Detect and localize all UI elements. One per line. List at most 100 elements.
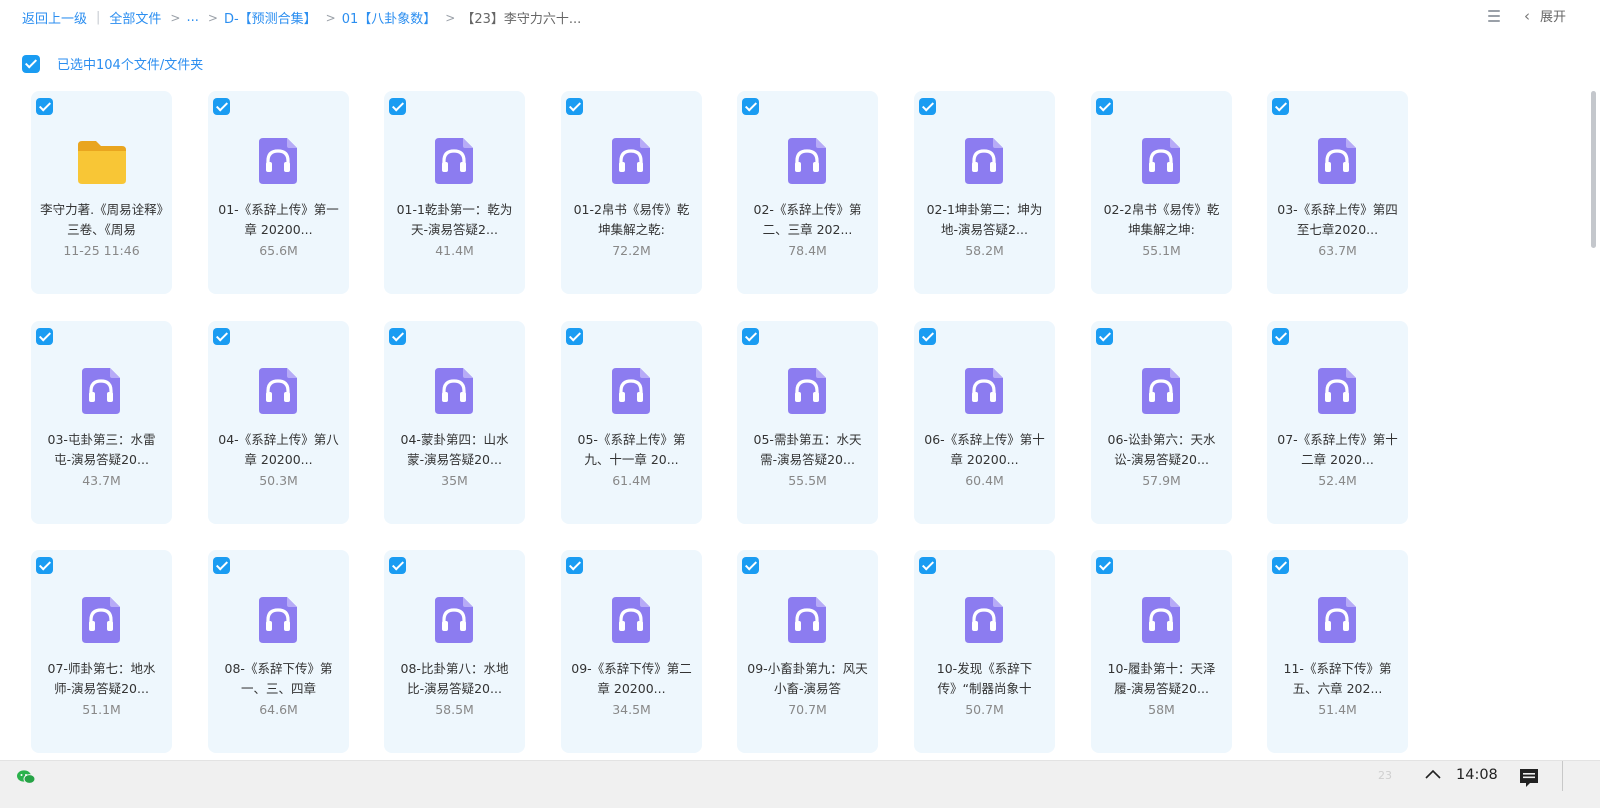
file-checkbox[interactable] (1096, 98, 1113, 115)
audio-file-card[interactable]: 02-1坤卦第二：坤为地-演易答疑2... 58.2M (914, 91, 1055, 294)
audio-file-card[interactable]: 03-屯卦第三：水雷屯-演易答疑20... 43.7M (31, 321, 172, 524)
audio-file-card[interactable]: 02-2帛书《易传》乾坤集解之坤: 55.1M (1091, 91, 1232, 294)
audio-file-icon (782, 595, 834, 645)
audio-file-icon (1136, 366, 1188, 416)
audio-file-card[interactable]: 07-师卦第七：地水师-演易答疑20... 51.1M (31, 550, 172, 753)
file-date: 11-25 11:46 (63, 243, 140, 258)
file-name: 07-《系辞上传》第十二章 2020... (1277, 432, 1398, 467)
toolbar-right: ‹ 展开 (1486, 6, 1566, 25)
audio-file-card[interactable]: 06-讼卦第六：天水讼-演易答疑20... 57.9M (1091, 321, 1232, 524)
audio-file-icon (782, 366, 834, 416)
file-name: 06-讼卦第六：天水讼-演易答疑20... (1107, 432, 1216, 467)
taskbar-clock[interactable]: 14:08 (1456, 767, 1498, 783)
file-checkbox[interactable] (1096, 557, 1113, 574)
audio-file-card[interactable]: 01-1乾卦第一：乾为天-演易答疑2... 41.4M (384, 91, 525, 294)
audio-file-card[interactable]: 10-履卦第十：天泽履-演易答疑20... 58M (1091, 550, 1232, 753)
file-size: 55.5M (788, 473, 827, 488)
file-checkbox[interactable] (1272, 98, 1289, 115)
audio-file-card[interactable]: 04-蒙卦第四：山水蒙-演易答疑20... 35M (384, 321, 525, 524)
file-checkbox[interactable] (742, 328, 759, 345)
file-checkbox[interactable] (919, 557, 936, 574)
file-name: 02-1坤卦第二：坤为地-演易答疑2... (926, 202, 1043, 237)
audio-file-card[interactable]: 05-《系辞上传》第九、十一章 20... 61.4M (561, 321, 702, 524)
breadcrumb: 返回上一级 | 全部文件 > ... > D-【预测合集】 > 01【八卦象数】… (22, 8, 581, 27)
file-checkbox[interactable] (36, 328, 53, 345)
audio-file-card[interactable]: 08-《系辞下传》第一、三、四章 64.6M (208, 550, 349, 753)
file-checkbox[interactable] (213, 98, 230, 115)
file-checkbox[interactable] (919, 328, 936, 345)
expand-label: 展开 (1539, 10, 1566, 25)
audio-file-card[interactable]: 03-《系辞上传》第四至七章2020... 63.7M (1267, 91, 1408, 294)
audio-file-icon (253, 595, 305, 645)
file-name: 04-蒙卦第四：山水蒙-演易答疑20... (400, 432, 509, 467)
audio-file-icon (606, 366, 658, 416)
audio-file-card[interactable]: 11-《系辞下传》第五、六章 202... 51.4M (1267, 550, 1408, 753)
audio-file-icon (782, 136, 834, 186)
breadcrumb-separator-icon: > (207, 10, 218, 25)
audio-file-icon (429, 136, 481, 186)
tray-language[interactable]: 23 (1378, 769, 1392, 782)
chevron-up-icon[interactable] (1424, 767, 1442, 781)
file-checkbox[interactable] (566, 557, 583, 574)
back-link[interactable]: 返回上一级 (22, 8, 87, 27)
file-checkbox[interactable] (919, 98, 936, 115)
audio-file-card[interactable]: 05-需卦第五：水天需-演易答疑20... 55.5M (737, 321, 878, 524)
file-checkbox[interactable] (1272, 557, 1289, 574)
file-checkbox[interactable] (389, 98, 406, 115)
file-name: 10-履卦第十：天泽履-演易答疑20... (1107, 661, 1216, 696)
file-checkbox[interactable] (389, 328, 406, 345)
audio-file-card[interactable]: 04-《系辞上传》第八章 20200... 50.3M (208, 321, 349, 524)
breadcrumb-all-files[interactable]: 全部文件 (109, 8, 161, 27)
file-checkbox[interactable] (213, 328, 230, 345)
file-checkbox[interactable] (742, 98, 759, 115)
file-name: 04-《系辞上传》第八章 20200... (218, 432, 339, 467)
file-checkbox[interactable] (566, 328, 583, 345)
file-checkbox[interactable] (1272, 328, 1289, 345)
audio-file-card[interactable]: 01-2帛书《易传》乾坤集解之乾: 72.2M (561, 91, 702, 294)
breadcrumb-level-1[interactable]: D-【预测合集】 (224, 8, 317, 27)
file-checkbox[interactable] (566, 98, 583, 115)
wechat-icon[interactable] (16, 769, 36, 785)
file-size: 52.4M (1318, 473, 1357, 488)
audio-file-card[interactable]: 08-比卦第八：水地比-演易答疑20... 58.5M (384, 550, 525, 753)
audio-file-card[interactable]: 01-《系辞上传》第一章 20200... 65.6M (208, 91, 349, 294)
file-size: 70.7M (788, 702, 827, 717)
file-checkbox[interactable] (389, 557, 406, 574)
breadcrumb-level-2[interactable]: 01【八卦象数】 (342, 8, 437, 27)
file-checkbox[interactable] (213, 557, 230, 574)
breadcrumb-divider: | (96, 10, 101, 25)
audio-file-card[interactable]: 06-《系辞上传》第十章 20200... 60.4M (914, 321, 1055, 524)
file-name: 01-2帛书《易传》乾坤集解之乾: (573, 202, 690, 237)
breadcrumb-ellipsis[interactable]: ... (186, 10, 198, 25)
expand-button[interactable]: ‹ 展开 (1524, 6, 1566, 26)
list-view-icon[interactable] (1486, 8, 1502, 24)
file-checkbox[interactable] (742, 557, 759, 574)
audio-file-card[interactable]: 02-《系辞上传》第二、三章 202... 78.4M (737, 91, 878, 294)
breadcrumb-current: 【23】李守力六十... (461, 12, 582, 27)
file-checkbox[interactable] (36, 98, 53, 115)
file-size: 57.9M (1142, 473, 1181, 488)
audio-file-card[interactable]: 09-小畜卦第九：风天小畜-演易答 70.7M (737, 550, 878, 753)
file-checkbox[interactable] (36, 557, 53, 574)
file-checkbox[interactable] (1096, 328, 1113, 345)
breadcrumb-separator-icon: > (325, 10, 336, 25)
vertical-scrollbar[interactable] (1591, 91, 1596, 248)
top-bar: 返回上一级 | 全部文件 > ... > D-【预测合集】 > 01【八卦象数】… (0, 0, 1600, 34)
audio-file-icon (76, 595, 128, 645)
file-size: 43.7M (82, 473, 121, 488)
audio-file-card[interactable]: 10-发现《系辞下传》“制器尚象十 50.7M (914, 550, 1055, 753)
select-all-checkbox[interactable] (22, 54, 40, 73)
file-name: 李守力著.《周易诠释》三卷、《周易 (40, 202, 163, 237)
file-size: 58M (1148, 702, 1175, 717)
file-size: 60.4M (965, 473, 1004, 488)
audio-file-icon (959, 136, 1011, 186)
folder-card[interactable]: 李守力著.《周易诠释》三卷、《周易 11-25 11:46 (31, 91, 172, 294)
file-name: 01-1乾卦第一：乾为天-演易答疑2... (396, 202, 513, 237)
file-size: 72.2M (612, 243, 651, 258)
file-size: 50.7M (965, 702, 1004, 717)
audio-file-card[interactable]: 09-《系辞下传》第二章 20200... 34.5M (561, 550, 702, 753)
show-desktop-button[interactable] (1562, 761, 1563, 791)
file-name: 10-发现《系辞下传》“制器尚象十 (936, 661, 1033, 696)
notification-icon[interactable] (1518, 767, 1540, 789)
audio-file-card[interactable]: 07-《系辞上传》第十二章 2020... 52.4M (1267, 321, 1408, 524)
